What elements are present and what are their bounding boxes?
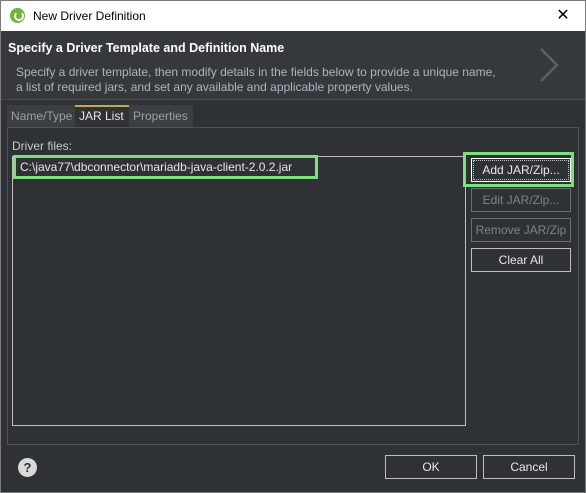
edit-jar-button[interactable]: Edit JAR/Zip... xyxy=(471,188,571,212)
close-button[interactable]: ✕ xyxy=(541,1,585,31)
spring-leaf-icon xyxy=(10,8,25,23)
help-icon[interactable]: ? xyxy=(18,458,37,477)
driver-files-list[interactable] xyxy=(12,156,466,426)
window-title: New Driver Definition xyxy=(33,9,146,23)
add-jar-label: Add JAR/Zip... xyxy=(482,163,560,177)
tab-name-type[interactable]: Name/Type xyxy=(7,105,75,127)
wizard-description: Specify a driver template, then modify d… xyxy=(16,65,496,94)
add-jar-button[interactable]: Add JAR/Zip... xyxy=(471,158,571,182)
tab-bar: Name/Type JAR List Properties xyxy=(7,105,579,127)
tab-properties[interactable]: Properties xyxy=(129,105,193,127)
cancel-button[interactable]: Cancel xyxy=(483,455,575,479)
cancel-label: Cancel xyxy=(510,460,548,474)
ok-label: OK xyxy=(422,460,440,474)
title-bar: New Driver Definition ✕ xyxy=(1,1,585,31)
ok-button[interactable]: OK xyxy=(385,455,477,479)
edit-jar-label: Edit JAR/Zip... xyxy=(482,193,560,207)
clear-all-label: Clear All xyxy=(498,253,544,267)
wizard-title: Specify a Driver Template and Definition… xyxy=(8,41,285,55)
clear-all-button[interactable]: Clear All xyxy=(471,248,571,272)
dialog-window: New Driver Definition ✕ Specify a Driver… xyxy=(0,0,586,493)
wizard-header: Specify a Driver Template and Definition… xyxy=(1,31,585,100)
remove-jar-button[interactable]: Remove JAR/Zip xyxy=(471,218,571,242)
chevron-right-icon xyxy=(540,48,559,82)
tab-jar-list[interactable]: JAR List xyxy=(75,105,129,127)
remove-jar-label: Remove JAR/Zip xyxy=(475,223,567,237)
driver-files-label: Driver files: xyxy=(12,139,73,153)
list-item[interactable]: C:\java77\dbconnector\mariadb-java-clien… xyxy=(13,155,318,179)
